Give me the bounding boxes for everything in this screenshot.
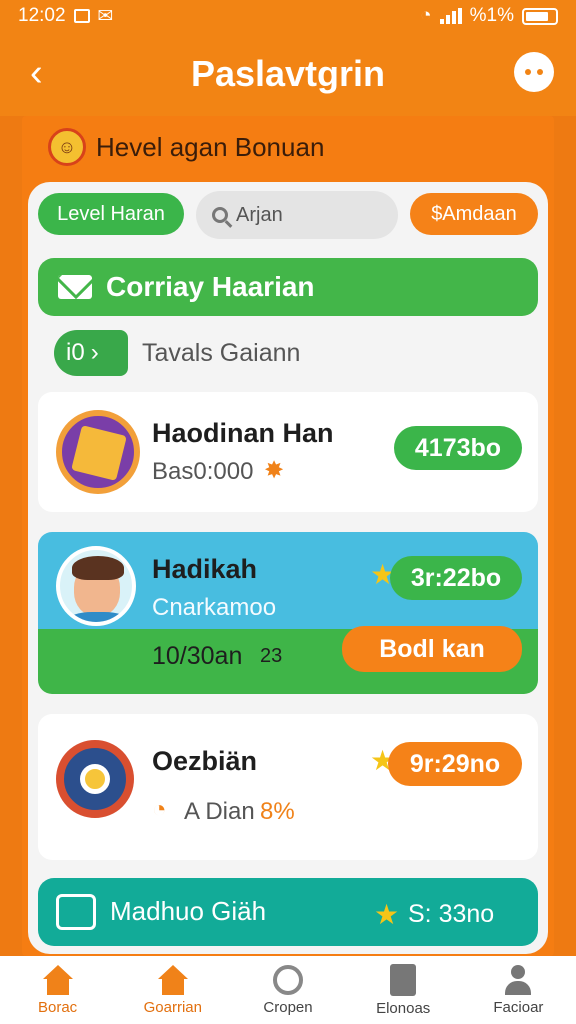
claim-button[interactable]: Bodl kan [342,626,522,672]
tab-cropen[interactable]: Cropen [230,956,345,1024]
reward-item-icon [56,410,140,494]
banner-label: Corriay Haarian [106,271,315,302]
list-subheader: i0 › Tavals Gaiann [54,330,300,376]
amount-button[interactable]: $Amdaan [410,193,538,235]
user-icon [503,964,533,995]
item-title: Hadikah [152,554,258,584]
search-text: Arjan [236,203,283,226]
progress-extra: 23 [260,645,283,667]
battery-icon [522,7,558,25]
search-input[interactable]: Arjan [196,191,398,239]
home-icon [156,964,190,995]
page-title: Paslavtgrin [190,53,386,94]
item-subtitle: Bas0:000 [152,458,254,485]
timer-icon: ◔ [152,796,167,823]
mail-notification-icon: ✉ [97,5,114,27]
wifi-icon: ◔ [420,5,432,26]
character-icon: ☺ [48,128,86,166]
search-icon [212,207,228,223]
list-item[interactable]: Oezbiän ◔ A Dian 8% ★ 9r:29no [38,714,538,860]
status-bar: 12:02 ✉ ◔ %1% [0,0,576,32]
tab-elonoas[interactable]: Elonoas [346,956,461,1024]
section-header: ☺ Hevel agan Bonuan [48,128,324,166]
tab-borac[interactable]: Borac [0,956,115,1024]
chevron-right-icon: › [90,339,99,366]
document-icon [390,963,417,996]
list-item[interactable]: Hadikah Cnarkamoo ★ 3r:22bo 10/30an 23 B… [38,532,538,694]
mascot-icon[interactable] [514,52,554,92]
avatar [56,546,136,626]
level-filter-button[interactable]: Level Haran [38,193,184,235]
battery-percent: %1% [469,5,514,26]
item-value: S: 33no [408,900,495,928]
section-title: Hevel agan Bonuan [96,131,325,162]
item-value: 4173bo [394,426,522,470]
tab-goarrian[interactable]: Goarrian [115,956,230,1024]
home-icon [41,964,75,995]
bag-icon [56,894,96,930]
tab-facioar[interactable]: Facioar [461,956,576,1024]
target-icon [56,740,134,818]
compass-icon [273,964,303,995]
list-item[interactable]: Haodinan Han Bas0:000 ✸ 4173bo [38,392,538,512]
item-title: Oezbiän [152,746,258,776]
count-badge: i0 › [54,330,128,376]
sparkle-icon: ✸ [264,457,285,484]
bottom-tab-bar: Borac Goarrian Cropen Elonoas Facioar [0,956,576,1024]
star-icon: ★ [374,899,400,930]
list-item[interactable]: Madhuo Giäh ★ S: 33no [38,878,538,946]
item-percent: 8% [260,798,295,825]
status-time: 12:02 [18,5,66,26]
back-button[interactable]: ‹ [30,54,43,92]
mail-banner[interactable]: Corriay Haarian [38,258,538,316]
item-title: Haodinan Han [152,418,334,448]
item-value: 3r:22bo [390,556,522,600]
item-title: Madhuo Giäh [110,896,267,926]
item-subtitle: Cnarkamoo [152,594,277,621]
subheader-label: Tavals Gaiann [142,338,301,367]
envelope-icon [58,275,92,299]
item-subtitle: A Dian [184,798,255,825]
progress-text: 10/30an [152,642,243,670]
notification-icon [73,9,90,23]
item-value: 9r:29no [388,742,522,786]
app-bar: ‹ Paslavtgrin [0,32,576,116]
signal-icon [439,8,462,24]
